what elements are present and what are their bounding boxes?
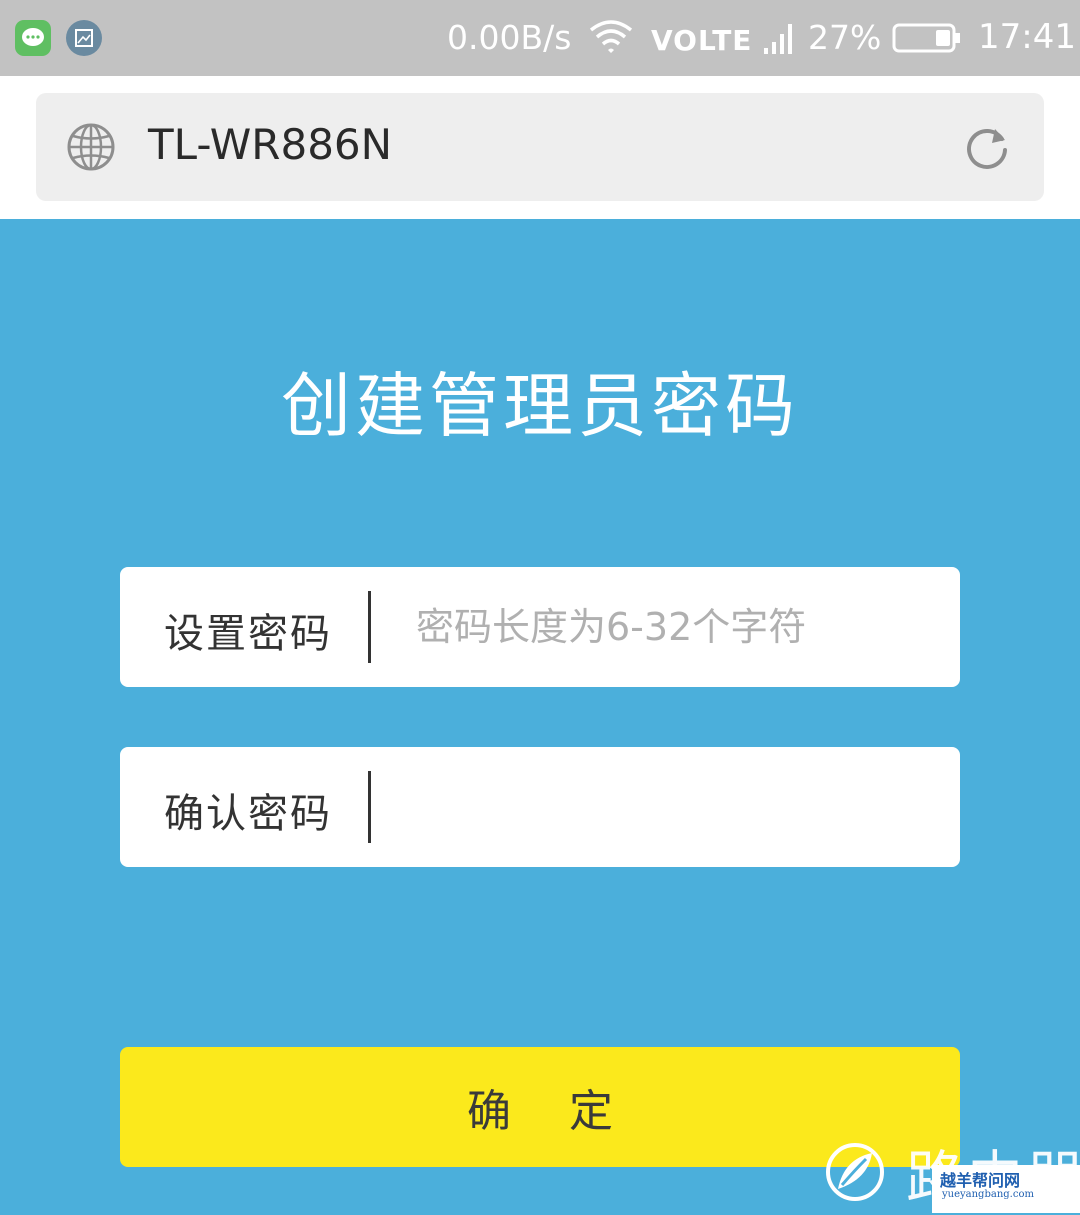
watermark-badge-url: yueyangbang.com — [942, 1189, 1034, 1200]
set-password-input[interactable] — [416, 591, 936, 663]
watermark: 路由器 越羊帮问网 yueyangbang.com — [822, 1135, 1080, 1213]
network-type: VOLTE — [651, 24, 753, 57]
clock: 17:41 — [978, 17, 1076, 57]
watermark-badge-text: 越羊帮问网 — [940, 1171, 1021, 1190]
set-password-label: 设置密码 — [164, 611, 332, 657]
page-title: 创建管理员密码 — [281, 365, 799, 447]
message-app-icon — [15, 20, 51, 56]
address-bar[interactable]: TL-WR886N — [36, 93, 1044, 201]
battery-icon — [892, 22, 962, 58]
battery-percent: 27% — [808, 18, 882, 57]
status-bar: 0.00B/s VOLTE 27% 17:41 — [0, 0, 1080, 76]
gallery-app-icon — [66, 20, 102, 56]
confirm-password-input[interactable] — [416, 771, 936, 843]
text-cursor — [368, 591, 371, 663]
network-speed: 0.00B/s — [447, 18, 572, 57]
watermark-badge: 越羊帮问网 yueyangbang.com — [932, 1165, 1080, 1213]
wifi-icon — [588, 18, 634, 62]
reload-icon[interactable] — [962, 123, 1012, 177]
globe-icon — [66, 122, 116, 176]
set-password-field: 设置密码 — [120, 567, 960, 687]
text-cursor — [368, 771, 371, 843]
url-text[interactable]: TL-WR886N — [148, 120, 392, 169]
leaf-logo-icon — [824, 1139, 886, 1209]
signal-icon — [762, 22, 796, 60]
confirm-password-label: 确认密码 — [164, 791, 332, 837]
browser-toolbar: TL-WR886N — [0, 76, 1080, 219]
confirm-password-field: 确认密码 — [120, 747, 960, 867]
